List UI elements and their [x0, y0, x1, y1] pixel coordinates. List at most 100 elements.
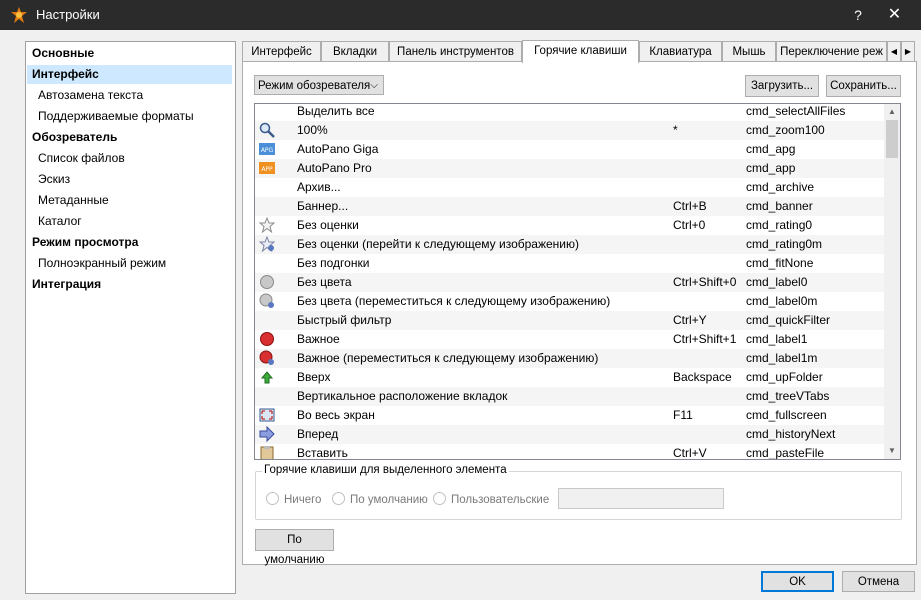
fullscreen-icon [259, 407, 275, 423]
help-button[interactable]: ? [848, 3, 868, 27]
shortcut-name: Без подгонки [297, 256, 370, 270]
sidebar-item[interactable]: Интеграция [27, 275, 232, 294]
shortcut-row[interactable]: Без цвета Ctrl+Shift+0 cmd_label0 [255, 273, 885, 292]
shortcut-row[interactable]: Важное Ctrl+Shift+1 cmd_label1 [255, 330, 885, 349]
defaults-button[interactable]: По умолчанию [255, 529, 334, 566]
shortcut-name: Баннер... [297, 199, 349, 213]
cancel-button[interactable]: Отмена [842, 571, 915, 592]
shortcut-name: Без оценки (перейти к следующему изображ… [297, 237, 579, 251]
sidebar-item[interactable]: Эскиз [27, 170, 232, 189]
load-button[interactable]: Загрузить... [745, 75, 819, 97]
shortcut-list[interactable]: Выделить все cmd_selectAllFiles 100% * cmd_z… [254, 103, 901, 460]
shortcut-row[interactable]: Вверх Backspace cmd_upFolder [255, 368, 885, 387]
shortcut-name: Вверх [297, 370, 331, 384]
radio-none[interactable]: Ничего [266, 492, 321, 506]
radio-circle-icon [433, 492, 446, 505]
shortcut-name: Вертикальное расположение вкладок [297, 389, 508, 403]
shortcut-command: cmd_selectAllFiles [746, 104, 846, 118]
shortcut-row[interactable]: Важное (переместиться к следующему изобр… [255, 349, 885, 368]
shortcut-name: Вставить [297, 446, 348, 460]
shortcut-key: Ctrl+V [673, 446, 707, 460]
empty-icon [259, 388, 275, 404]
mode-select[interactable]: Режим обозревателя ⌵ [254, 75, 384, 95]
shortcut-command: cmd_pasteFile [746, 446, 825, 460]
save-button[interactable]: Сохранить... [826, 75, 901, 97]
shortcut-name: Вперед [297, 427, 339, 441]
shortcut-row[interactable]: Без оценки Ctrl+0 cmd_rating0 [255, 216, 885, 235]
sidebar-item[interactable]: Поддерживаемые форматы [27, 107, 232, 126]
red-circle-icon [259, 331, 275, 347]
svg-text:APP: APP [261, 166, 273, 173]
ok-button[interactable]: OK [761, 571, 834, 592]
sidebar-item[interactable]: Интерфейс [27, 65, 232, 84]
shortcut-name: Без оценки [297, 218, 359, 232]
shortcut-row[interactable]: APG AutoPano Giga cmd_apg [255, 140, 885, 159]
hotkey-input[interactable] [558, 488, 724, 509]
tab[interactable]: Интерфейс [242, 41, 321, 62]
vertical-scrollbar[interactable]: ▲ ▼ [884, 104, 900, 459]
close-button[interactable]: ✕ [868, 0, 921, 30]
hotkey-group: Горячие клавиши для выделенного элемента… [255, 464, 902, 520]
scroll-thumb[interactable] [886, 120, 898, 158]
shortcut-row[interactable]: Архив... cmd_archive [255, 178, 885, 197]
shortcut-row[interactable]: Вертикальное расположение вкладок cmd_tre… [255, 387, 885, 406]
tab[interactable]: Горячие клавиши [522, 40, 639, 63]
shortcut-row[interactable]: Выделить все cmd_selectAllFiles [255, 104, 885, 121]
sidebar-item[interactable]: Полноэкранный режим [27, 254, 232, 273]
shortcut-command: cmd_label0 [746, 275, 808, 289]
sidebar-item[interactable]: Каталог [27, 212, 232, 231]
sidebar-item[interactable]: Основные [27, 44, 232, 63]
tab[interactable]: Переключение реж [776, 41, 887, 62]
shortcut-row[interactable]: Быстрый фильтр Ctrl+Y cmd_quickFilter [255, 311, 885, 330]
shortcut-command: cmd_label1 [746, 332, 808, 346]
scroll-down-arrow-icon[interactable]: ▼ [884, 443, 900, 459]
shortcut-row[interactable]: Вперед cmd_historyNext [255, 425, 885, 444]
empty-icon [259, 104, 275, 119]
radio-custom[interactable]: Пользовательские [433, 492, 549, 506]
shortcut-row[interactable]: Вставить Ctrl+V cmd_pasteFile [255, 444, 885, 460]
tab-scroll-left-button[interactable]: ◀ [887, 41, 901, 62]
radio-default-label: По умолчанию [350, 494, 428, 506]
tab-scroll-right-button[interactable]: ▶ [901, 41, 915, 62]
shortcut-row[interactable]: Во весь экран F11 cmd_fullscreen [255, 406, 885, 425]
tab[interactable]: Панель инструментов [389, 41, 522, 62]
scroll-up-arrow-icon[interactable]: ▲ [884, 104, 900, 120]
tab[interactable]: Вкладки [321, 41, 389, 62]
shortcut-key: Ctrl+B [673, 199, 707, 213]
up-folder-icon [259, 369, 275, 385]
shortcut-row[interactable]: Без оценки (перейти к следующему изображ… [255, 235, 885, 254]
tab[interactable]: Клавиатура [639, 41, 722, 62]
shortcut-name: Архив... [297, 180, 341, 194]
forward-arrow-icon [259, 425, 275, 443]
shortcut-command: cmd_treeVTabs [746, 389, 830, 403]
shortcut-command: cmd_label1m [746, 351, 818, 365]
shortcut-command: cmd_quickFilter [746, 313, 831, 327]
shortcut-command: cmd_label0m [746, 294, 818, 308]
shortcut-row[interactable]: Без цвета (переместиться к следующему из… [255, 292, 885, 311]
shortcut-name: Важное (переместиться к следующему изобр… [297, 351, 599, 365]
gray-circle-icon [259, 274, 275, 290]
shortcut-name: Быстрый фильтр [297, 313, 392, 327]
svg-text:APG: APG [261, 147, 274, 154]
shortcut-row[interactable]: Без подгонки cmd_fitNone [255, 254, 885, 273]
empty-icon [259, 312, 275, 328]
shortcut-row[interactable]: Баннер... Ctrl+B cmd_banner [255, 197, 885, 216]
shortcut-command: cmd_apg [746, 142, 796, 156]
shortcut-key: Ctrl+Shift+1 [673, 332, 737, 346]
sidebar-item[interactable]: Метаданные [27, 191, 232, 210]
sidebar-item[interactable]: Режим просмотра [27, 233, 232, 252]
sidebar-item[interactable]: Автозамена текста [27, 86, 232, 105]
mode-select-value: Режим обозревателя [258, 80, 371, 92]
shortcut-row[interactable]: 100% * cmd_zoom100 [255, 121, 885, 140]
shortcut-name: Во весь экран [297, 408, 375, 422]
radio-default[interactable]: По умолчанию [332, 492, 428, 506]
shortcut-key: Ctrl+Shift+0 [673, 275, 737, 289]
shortcut-row[interactable]: APP AutoPano Pro cmd_app [255, 159, 885, 178]
sidebar-item[interactable]: Обозреватель [27, 128, 232, 147]
hotkey-group-legend: Горячие клавиши для выделенного элемента [262, 464, 509, 476]
sidebar-item[interactable]: Список файлов [27, 149, 232, 168]
radio-custom-label: Пользовательские [451, 494, 550, 506]
tab[interactable]: Мышь [722, 41, 776, 62]
shortcut-key: Ctrl+Y [673, 313, 707, 327]
shortcut-name: AutoPano Giga [297, 142, 379, 156]
